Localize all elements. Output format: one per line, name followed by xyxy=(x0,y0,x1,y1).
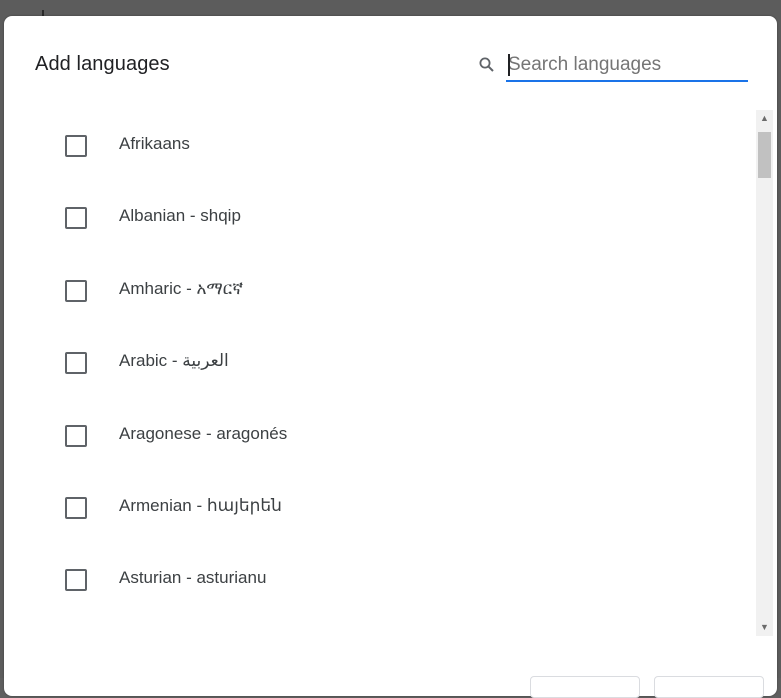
language-label: Albanian - shqip xyxy=(119,206,241,225)
language-checkbox[interactable] xyxy=(65,280,87,302)
scrollbar-thumb[interactable] xyxy=(758,132,771,178)
language-option[interactable]: Afrikaans xyxy=(4,110,749,182)
language-label: Asturian - asturianu xyxy=(119,568,267,587)
language-option[interactable]: Aragonese - aragonés xyxy=(4,400,749,472)
language-option[interactable]: Arabic - العربية xyxy=(4,327,749,399)
text-caret xyxy=(508,54,510,76)
search-input[interactable] xyxy=(506,50,748,82)
language-label: Arabic - العربية xyxy=(119,351,229,370)
add-button[interactable] xyxy=(654,676,764,698)
language-checkbox[interactable] xyxy=(65,207,87,229)
language-option[interactable]: Asturian - asturianu xyxy=(4,544,749,616)
search-icon xyxy=(478,56,496,74)
triangle-down-icon[interactable]: ▼ xyxy=(756,619,773,636)
language-checkbox[interactable] xyxy=(65,497,87,519)
language-checkbox[interactable] xyxy=(65,569,87,591)
triangle-up-icon[interactable]: ▲ xyxy=(756,110,773,127)
language-label: Aragonese - aragonés xyxy=(119,424,288,443)
language-option[interactable]: Amharic - አማርኛ xyxy=(4,255,749,327)
language-checkbox[interactable] xyxy=(65,425,87,447)
language-label: Armenian - հայերեն xyxy=(119,496,282,515)
language-label: Afrikaans xyxy=(119,134,190,153)
add-languages-dialog: Add languages Afrikaans Albanian - shqip… xyxy=(4,16,777,698)
language-checkbox[interactable] xyxy=(65,135,87,157)
language-list[interactable]: Afrikaans Albanian - shqip Amharic - አማር… xyxy=(4,110,749,636)
dialog-title: Add languages xyxy=(35,53,170,75)
list-scrollbar[interactable]: ▲ ▼ xyxy=(756,110,773,636)
language-option[interactable]: Armenian - հայերեն xyxy=(4,472,749,544)
language-label: Amharic - አማርኛ xyxy=(119,279,244,298)
language-checkbox[interactable] xyxy=(65,352,87,374)
cancel-button[interactable] xyxy=(530,676,640,698)
language-option[interactable]: Albanian - shqip xyxy=(4,182,749,254)
search-box xyxy=(474,50,752,84)
